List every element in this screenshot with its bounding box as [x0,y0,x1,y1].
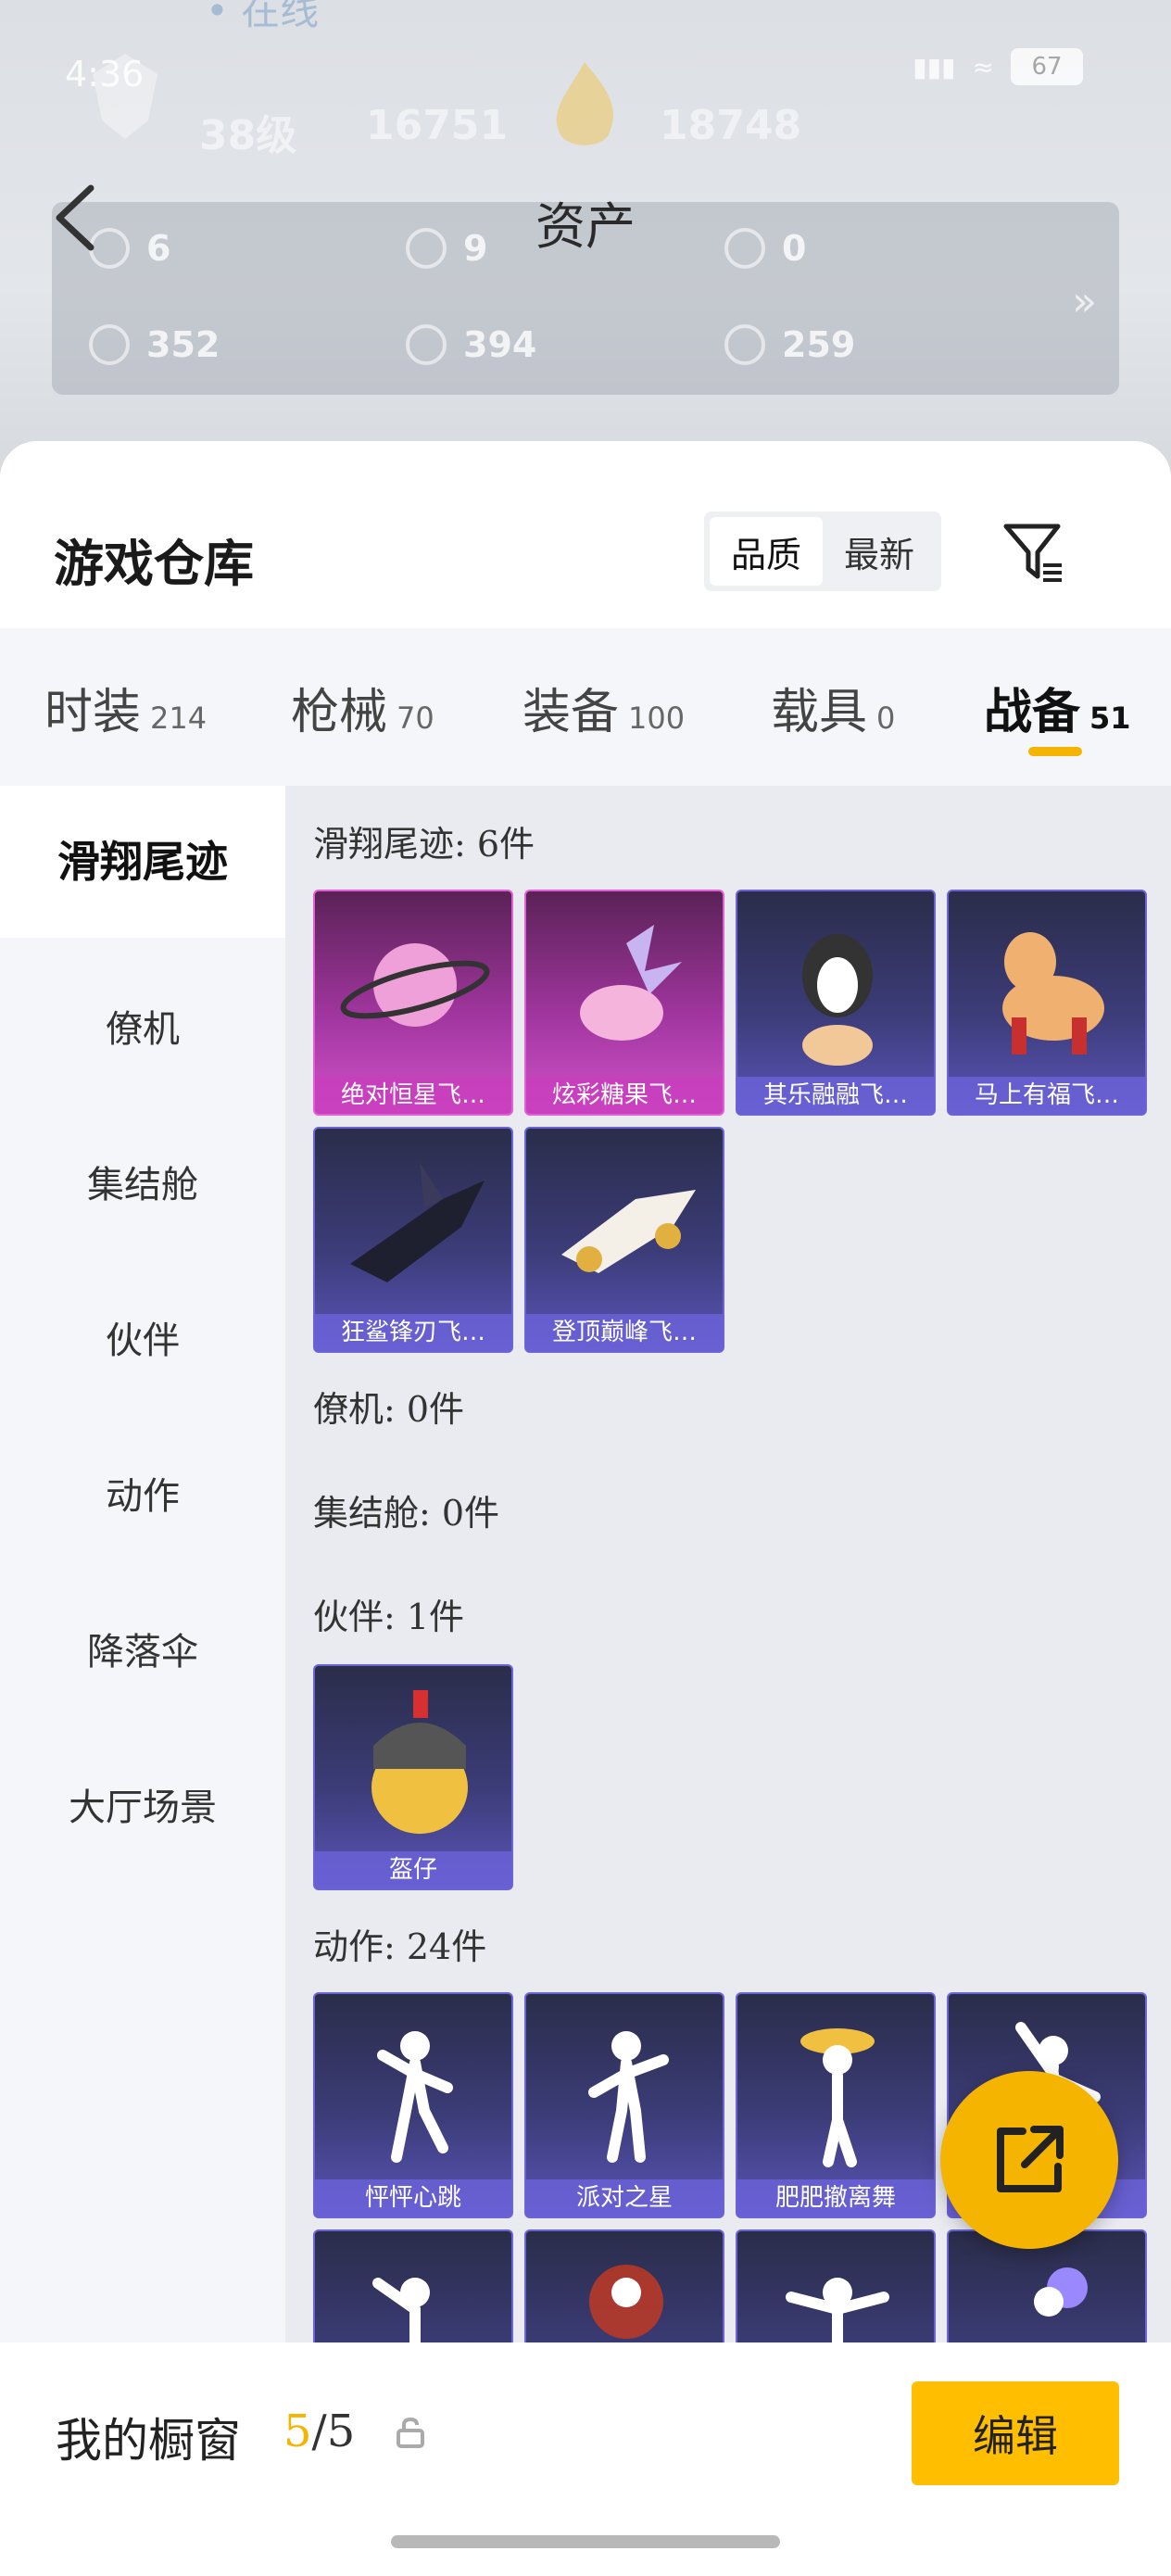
section-title-glide: 滑翔尾迹: 6件 [313,824,535,865]
dancer-icon [786,2278,889,2342]
player-points: 16751 [366,102,509,149]
online-status-text: • 在线 [206,0,320,33]
flame-icon [556,62,613,145]
item-card[interactable]: 登顶巅峰飞… [524,1127,724,1353]
category-tabs: 时装 214 枪械 70 装备 100 载具 0 战备 51 [0,628,1171,786]
double-chevron-right-icon[interactable]: » [1072,278,1097,325]
item-card[interactable]: 马上有福飞… [947,890,1147,1116]
tab-vehicles[interactable]: 载具 0 [771,673,895,742]
item-card[interactable]: 派对之星 [524,1992,724,2218]
dancer-icon [377,2031,453,2163]
section-title-pod: 集结舱: 0件 [313,1493,500,1534]
share-external-icon [997,2126,1064,2192]
player-level: 38级 [199,112,297,159]
item-card[interactable] [524,2229,724,2342]
warehouse-title: 游戏仓库 [54,534,254,593]
page-title: 资产 [535,197,636,256]
tab-fashion[interactable]: 时装 214 [44,673,207,742]
chick-icon [371,1690,468,1834]
horse-icon [1002,932,1104,1054]
item-card[interactable] [736,2229,936,2342]
item-card[interactable]: 绝对恒星飞… [313,890,513,1116]
dancer-icon [589,2265,663,2339]
active-tab-indicator [1028,747,1082,756]
status-icons: ▮▮▮ ≈ 67 [913,48,1083,85]
section-title-drone: 僚机: 0件 [313,1389,465,1430]
item-card[interactable]: 炫彩糖果飞… [524,890,724,1116]
sidebar-item-pod[interactable]: 集结舱 [0,1155,285,1208]
item-card[interactable] [313,2229,513,2342]
sidebar-item-action[interactable]: 动作 [0,1466,285,1520]
wifi-icon: ≈ [972,51,994,82]
filter-button[interactable] [1001,519,1067,586]
showcase-count: 5/5 [283,2406,356,2457]
home-indicator[interactable] [391,2535,780,2548]
item-card[interactable]: 肥肥撤离舞 [736,1992,936,2218]
shark-icon [350,1162,485,1282]
unlock-icon [397,2417,424,2448]
asset-item: 259 [724,324,855,365]
item-card[interactable]: 其乐融融飞… [736,890,936,1116]
tab-equipment[interactable]: 装备 100 [523,673,685,742]
filter-icon [1003,524,1062,582]
share-button[interactable] [940,2071,1118,2249]
battery-icon: 67 [1011,48,1083,85]
card-icon [89,324,130,365]
subcategory-sidebar: 滑翔尾迹 僚机 集结舱 伙伴 动作 降落伞 大厅场景 [0,786,285,2342]
silver-coin-icon [406,324,447,365]
showcase-label: 我的橱窗 [56,2414,241,2468]
tab-combat-gear[interactable]: 战备 51 [984,673,1131,742]
section-title-partner: 伙伴: 1件 [313,1597,465,1637]
penguin-icon [802,934,873,1066]
item-card[interactable]: 狂鲨锋刃飞… [313,1127,513,1353]
dancer-icon [372,2278,430,2342]
tab-weapons[interactable]: 枪械 70 [291,673,434,742]
warehouse-sheet: 游戏仓库 品质 最新 时装 214 枪械 70 装备 100 载具 0 战备 51 滑翔尾… [0,441,1171,2576]
sort-quality-button[interactable]: 品质 [710,517,823,586]
sidebar-item-drone[interactable]: 僚机 [0,999,285,1053]
dancer-icon [1034,2267,1088,2317]
asset-item: 352 [89,324,220,365]
sidebar-item-glide-trail[interactable]: 滑翔尾迹 [0,786,285,938]
sidebar-item-lobby-scene[interactable]: 大厅场景 [0,1777,285,1831]
signal-icon: ▮▮▮ [913,51,956,82]
sidebar-item-parachute[interactable]: 降落伞 [0,1622,285,1675]
asset-item: 394 [406,324,536,365]
rank-emblem-icon [93,54,157,139]
candy-icon [580,925,682,1041]
edit-button[interactable]: 编辑 [912,2381,1119,2485]
jet-icon [561,1190,696,1273]
section-title-action: 动作: 24件 [313,1926,487,1967]
sidebar-item-partner[interactable]: 伙伴 [0,1310,285,1364]
bronze-coin-icon [724,324,765,365]
player-score: 18748 [660,102,802,149]
sort-toggle: 品质 最新 [704,511,941,591]
item-card[interactable]: 怦怦心跳 [313,1992,513,2218]
dancer-icon [800,2028,875,2167]
item-card[interactable]: 盔仔 [313,1664,513,1890]
sort-newest-button[interactable]: 最新 [823,517,936,586]
warehouse-header: 游戏仓库 品质 最新 [0,441,1171,626]
planet-icon [340,943,490,1027]
dancer-icon [588,2031,669,2163]
